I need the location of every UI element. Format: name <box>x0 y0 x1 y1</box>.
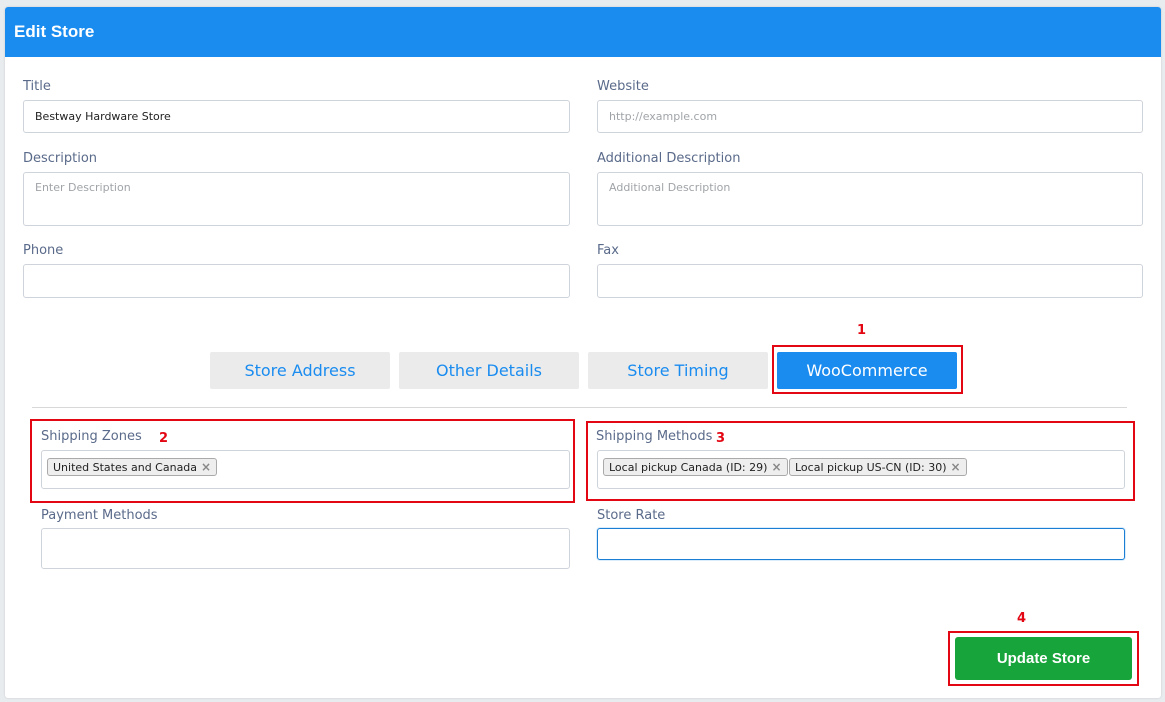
tab-store-address[interactable]: Store Address <box>210 352 390 389</box>
shipping-zone-tag: United States and Canada × <box>47 458 218 476</box>
website-label: Website <box>597 79 649 94</box>
phone-input[interactable] <box>23 264 570 298</box>
panel-header: Edit Store <box>5 7 1161 57</box>
tag-label: Local pickup US-CN (ID: 30) <box>795 461 947 474</box>
additional-description-textarea[interactable] <box>597 172 1143 226</box>
website-input[interactable] <box>597 100 1143 133</box>
phone-label: Phone <box>23 243 64 258</box>
description-label: Description <box>23 151 98 166</box>
payment-methods-input[interactable] <box>41 528 570 569</box>
edit-store-panel: Edit Store Title Website Description Add… <box>5 7 1161 698</box>
remove-tag-icon[interactable]: × <box>201 460 211 474</box>
additional-description-label: Additional Description <box>597 151 741 166</box>
shipping-method-tag: Local pickup Canada (ID: 29) × <box>603 458 788 476</box>
payment-methods-label: Payment Methods <box>41 508 158 523</box>
fax-input[interactable] <box>597 264 1143 298</box>
description-textarea[interactable] <box>23 172 570 226</box>
store-rate-label: Store Rate <box>597 508 666 523</box>
tab-divider <box>32 407 1127 408</box>
shipping-zones-select[interactable]: United States and Canada × <box>41 450 570 489</box>
tag-label: United States and Canada <box>53 461 198 474</box>
annotation-number-3: 3 <box>716 431 726 446</box>
remove-tag-icon[interactable]: × <box>950 460 960 474</box>
remove-tag-icon[interactable]: × <box>771 460 781 474</box>
tab-woocommerce[interactable]: WooCommerce <box>777 352 957 389</box>
page-title: Edit Store <box>14 22 95 41</box>
shipping-method-tag: Local pickup US-CN (ID: 30) × <box>789 458 967 476</box>
store-rate-input[interactable] <box>597 528 1125 560</box>
title-label: Title <box>23 79 51 94</box>
annotation-number-2: 2 <box>159 431 169 446</box>
shipping-methods-select[interactable]: Local pickup Canada (ID: 29) × Local pick… <box>597 450 1125 489</box>
title-input[interactable] <box>23 100 570 133</box>
shipping-zones-label: Shipping Zones <box>41 429 142 444</box>
tab-other-details[interactable]: Other Details <box>399 352 579 389</box>
annotation-number-4: 4 <box>1017 611 1027 626</box>
tab-store-timing[interactable]: Store Timing <box>588 352 768 389</box>
tag-label: Local pickup Canada (ID: 29) <box>609 461 768 474</box>
annotation-number-1: 1 <box>857 323 867 338</box>
shipping-methods-label: Shipping Methods <box>596 429 713 444</box>
fax-label: Fax <box>597 243 619 258</box>
update-store-button[interactable]: Update Store <box>955 637 1132 680</box>
